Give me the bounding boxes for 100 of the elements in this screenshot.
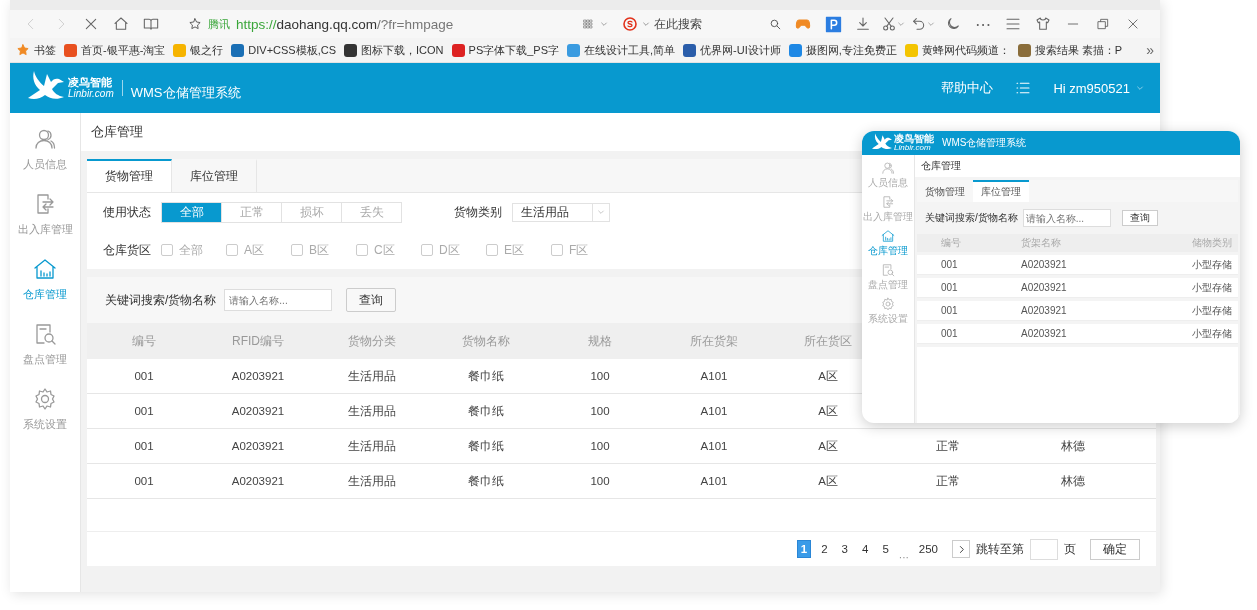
bookmark-link[interactable]: 搜索结果 素描：P [1034, 42, 1123, 58]
table-cell-text: 餐巾纸 [467, 473, 505, 489]
table-cell-text: 小型存储 [1191, 303, 1233, 318]
warehouse-icon [881, 229, 895, 243]
table-cell-text: 生活用品 [347, 438, 397, 454]
table-cell-text: A101 [699, 440, 729, 452]
page-button[interactable]: 4 [858, 540, 873, 558]
checkbox[interactable] [226, 244, 238, 256]
checkbox[interactable] [486, 244, 498, 256]
page-button[interactable]: 5 [878, 540, 893, 558]
search-label: 关键词搜索/货物名称 [925, 211, 1018, 225]
book-icon[interactable] [143, 16, 159, 32]
tab[interactable]: 库位管理 [973, 180, 1029, 202]
column-header: 货物分类 [347, 332, 397, 350]
search-field[interactable]: 请输入名称... [224, 289, 333, 311]
page-input[interactable] [1030, 538, 1058, 560]
column-header: 编号 [940, 236, 962, 250]
confirm-button[interactable]: 确定 [1090, 538, 1140, 560]
tab[interactable]: 货物管理 [87, 159, 172, 192]
table-cell-text: 正常 [934, 438, 961, 454]
table-cell-text: 生活用品 [347, 368, 397, 384]
checkbox-label: C区 [374, 241, 395, 259]
app-title: WMS仓储管理系统 [130, 84, 241, 102]
restore-icon[interactable] [1096, 17, 1110, 31]
tab[interactable]: 库位管理 [172, 159, 257, 192]
parking-icon[interactable] [824, 15, 842, 33]
bookmark-link[interactable]: DIV+CSS模板,CS [248, 42, 337, 58]
caret-icon[interactable] [600, 20, 608, 28]
warehouse-icon [33, 257, 57, 281]
checkbox[interactable] [356, 244, 368, 256]
column-header: RFID编号 [231, 332, 285, 350]
site-icon [1017, 43, 1031, 57]
caret-icon[interactable] [897, 20, 905, 28]
star-icon[interactable] [188, 17, 202, 31]
list-icon[interactable] [1015, 80, 1032, 96]
table-cell-text: 001 [133, 370, 155, 382]
checkbox-label: D区 [439, 241, 460, 259]
search-engine-icon[interactable] [622, 16, 638, 32]
search-label: 关键词搜索/货物名称 [105, 291, 217, 309]
table-cell-text: A0203921 [230, 370, 286, 382]
filter-label: 使用状态 [103, 203, 151, 221]
category-select[interactable]: 生活用品 [512, 202, 610, 222]
page-button[interactable]: 3 [837, 540, 852, 558]
page-button[interactable]: 2 [817, 540, 832, 558]
table-cell-text: 001 [940, 305, 959, 316]
caret-icon[interactable] [1136, 84, 1144, 92]
bookmark-link[interactable]: 优界网-UI设计师 [700, 42, 781, 58]
caret-icon[interactable] [927, 20, 935, 28]
column-header: 货架名称 [1020, 236, 1062, 250]
site-icon [344, 43, 358, 57]
search-field[interactable]: 请输入名称... [1022, 209, 1111, 227]
bookmark-link[interactable]: 在线设计工具,简单 [584, 42, 676, 58]
table-cell-text: A区 [817, 473, 839, 489]
site-icon [567, 43, 580, 57]
bookmark-link[interactable]: 银之行 [190, 42, 224, 58]
bookmark-link[interactable]: 书签 [34, 42, 56, 58]
moon-icon[interactable] [945, 16, 961, 32]
close-icon[interactable] [83, 16, 99, 32]
gamepad-icon[interactable] [794, 16, 812, 32]
shirt-icon[interactable] [1035, 16, 1051, 32]
caret-icon[interactable] [642, 20, 650, 28]
tab[interactable]: 货物管理 [917, 180, 973, 202]
grid-icon[interactable] [582, 18, 594, 30]
table-cell-text: 001 [940, 328, 959, 339]
undo-icon[interactable] [911, 16, 927, 32]
search-field[interactable]: 在此搜索 [654, 15, 765, 33]
bookmark-link[interactable]: 图标下载，ICON [361, 42, 444, 58]
scissors-icon[interactable] [881, 16, 897, 32]
site-icon [451, 43, 465, 57]
column-header: 编号 [131, 332, 157, 350]
table-cell-text: A101 [699, 370, 729, 382]
bookmark-link[interactable]: 黄蜂网代码频道： [921, 42, 1010, 58]
table-cell-text: A0203921 [1020, 259, 1068, 270]
page-title: 仓库管理 [91, 123, 143, 141]
search-button[interactable]: 查询 [346, 288, 397, 312]
checkbox-label: A区 [244, 241, 264, 259]
url-field[interactable]: https://daohang.qq.com/?fr=hmpage [236, 16, 454, 32]
table-cell-text: 100 [589, 475, 611, 487]
download-icon[interactable] [855, 16, 871, 32]
bookmark-link[interactable]: PS字体下载_PS字 [468, 42, 559, 58]
checkbox[interactable] [291, 244, 303, 256]
checkbox[interactable] [161, 244, 173, 256]
next-page-button[interactable] [952, 540, 970, 558]
page-button[interactable]: 250 [914, 540, 942, 558]
table-cell-text: A101 [699, 405, 729, 417]
bookmark-link[interactable]: 摄图网,专注免费正 [805, 42, 897, 58]
home-icon[interactable] [113, 16, 129, 32]
table-cell-text: 林德 [1059, 438, 1086, 454]
more-bookmarks-button[interactable]: » [1146, 42, 1154, 58]
search-button[interactable]: 查询 [1121, 210, 1158, 226]
checkbox[interactable] [421, 244, 433, 256]
search-icon[interactable] [769, 17, 782, 31]
menu-icon[interactable] [1005, 16, 1021, 32]
bookmark-link[interactable]: 首页-银平惠-淘宝 [81, 42, 166, 58]
column-header: 规格 [587, 332, 613, 350]
more-button[interactable]: ⋯ [968, 12, 998, 36]
close-icon[interactable] [1126, 17, 1140, 31]
checkbox[interactable] [551, 244, 563, 256]
site-icon [64, 43, 77, 57]
gear-icon [33, 387, 57, 411]
